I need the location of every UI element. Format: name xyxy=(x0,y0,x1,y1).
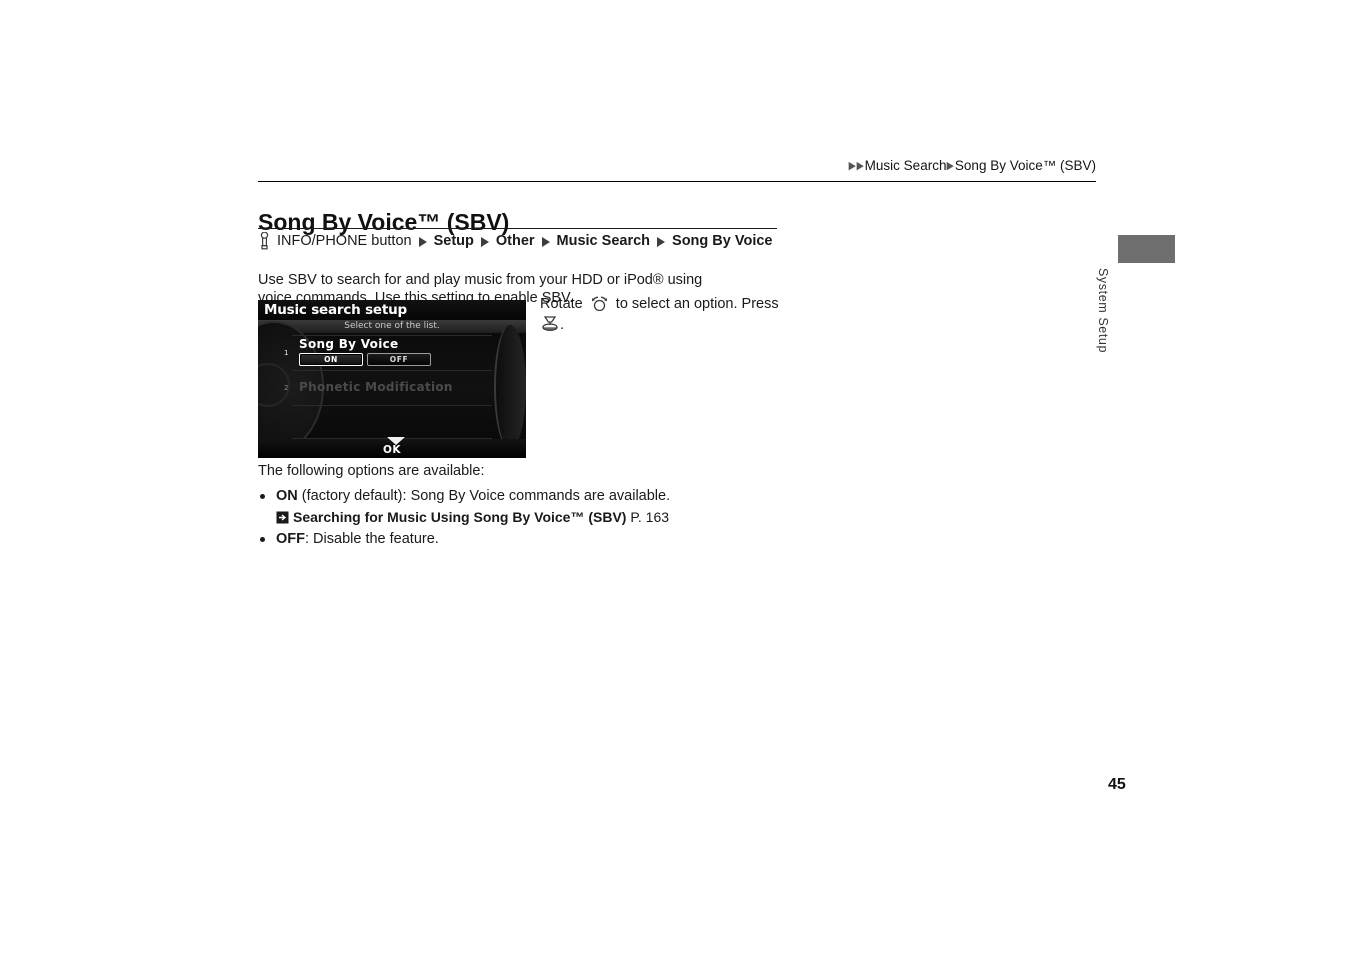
cross-reference-label: Searching for Music Using Song By Voice™… xyxy=(293,508,627,525)
list-item: ON (factory default): Song By Voice comm… xyxy=(258,487,858,527)
title-underline xyxy=(258,228,777,230)
option-description-on: (factory default): Song By Voice command… xyxy=(297,488,671,504)
manual-page: ▶▶Music Search▶Song By Voice™ (SBV) Song… xyxy=(0,0,1350,954)
device-button-on[interactable]: ON xyxy=(299,353,363,366)
press-knob-icon xyxy=(540,315,560,333)
device-list-item-empty xyxy=(292,406,492,439)
rotary-dial-icon xyxy=(589,295,610,312)
options-intro: The following options are available: xyxy=(258,463,485,479)
jump-arrow-icon xyxy=(276,510,289,523)
breadcrumb-arrow-icon: ▶ xyxy=(856,160,865,172)
device-option-list: 1 Song By Voice ON OFF 2 Phonetic Modifi… xyxy=(284,335,492,439)
cross-reference-page: P. 163 xyxy=(630,508,670,525)
device-list-area: 1 Song By Voice ON OFF 2 Phonetic Modifi… xyxy=(258,321,526,453)
path-step-other: Other xyxy=(495,233,535,249)
device-toggle-group: ON OFF xyxy=(299,353,431,366)
breadcrumb-part-topic: Song By Voice™ (SBV) xyxy=(954,158,1096,173)
option-description-off: : Disable the feature. xyxy=(305,531,439,547)
options-list: ON (factory default): Song By Voice comm… xyxy=(258,487,858,553)
page-number: 45 xyxy=(1108,776,1126,793)
instruction-text-after: . xyxy=(560,317,565,333)
device-list-item-number: 2 xyxy=(284,384,289,392)
device-screenshot: Music search setup Select one of the lis… xyxy=(258,300,526,458)
header-divider xyxy=(258,181,1096,182)
path-arrow-icon xyxy=(480,237,489,247)
device-list-item-number: 1 xyxy=(284,349,289,357)
device-list-item-phonetic-modification[interactable]: 2 Phonetic Modification xyxy=(284,371,492,406)
device-list-item-song-by-voice[interactable]: 1 Song By Voice ON OFF xyxy=(284,335,492,371)
breadcrumb-arrow-icon: ▶ xyxy=(947,160,955,172)
instruction-text-middle: to select an option. Press xyxy=(615,296,779,312)
cross-reference[interactable]: Searching for Music Using Song By Voice™… xyxy=(276,508,858,528)
instruction-text-before: Rotate xyxy=(540,296,583,312)
device-right-curve-decoration xyxy=(494,325,526,449)
path-step-song-by-voice: Song By Voice xyxy=(672,233,773,249)
breadcrumb-arrow-icon: ▶ xyxy=(848,160,856,172)
device-ok-label[interactable]: OK xyxy=(258,444,526,456)
bullet-icon xyxy=(260,537,265,542)
path-arrow-icon xyxy=(657,237,666,247)
section-tab-marker xyxy=(1118,235,1175,263)
breadcrumb: ▶▶Music Search▶Song By Voice™ (SBV) xyxy=(258,158,1096,173)
breadcrumb-part-section: Music Search xyxy=(864,158,947,173)
path-button-label: INFO/PHONE button xyxy=(277,233,412,249)
path-step-setup: Setup xyxy=(433,233,474,249)
hand-press-icon xyxy=(258,232,271,250)
navigation-path: INFO/PHONE button Setup Other Music Sear… xyxy=(258,232,772,250)
device-list-item-label: Phonetic Modification xyxy=(299,380,453,394)
list-item: OFF: Disable the feature. xyxy=(258,530,858,550)
device-screen-title: Music search setup xyxy=(264,302,408,318)
bullet-icon xyxy=(260,494,265,499)
instruction-text: Rotate to select an option. Press . xyxy=(540,294,790,336)
device-list-item-label: Song By Voice xyxy=(299,337,399,351)
option-name-off: OFF xyxy=(276,531,305,547)
path-step-music-search: Music Search xyxy=(556,233,651,249)
option-name-on: ON xyxy=(276,488,298,504)
section-tab-label: System Setup xyxy=(1096,268,1110,354)
path-arrow-icon xyxy=(418,237,427,247)
device-button-off[interactable]: OFF xyxy=(367,353,431,366)
path-arrow-icon xyxy=(541,237,550,247)
